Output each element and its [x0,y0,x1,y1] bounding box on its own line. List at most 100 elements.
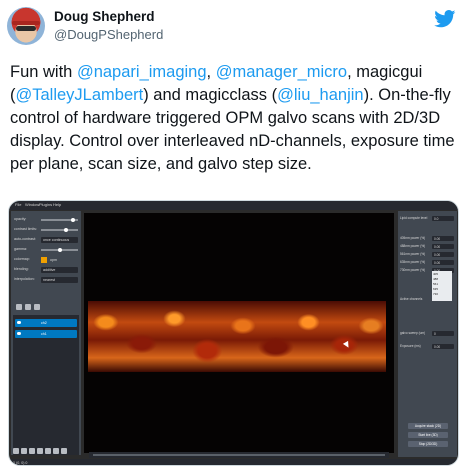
slider-knob[interactable] [70,218,75,222]
exposure-row: Exposure (ms) 0.00 [400,344,455,349]
active-channels-list[interactable]: 405 488 561 635 730 [432,271,452,301]
helmet-rim [12,21,40,25]
mention-link[interactable]: @manager_micro [216,63,347,81]
image-canvas[interactable] [84,213,394,453]
opm-control-row: 488nm power (%) 0.00 [400,244,455,249]
control-label: gamma: [14,247,27,251]
dimension-slider[interactable] [89,452,389,458]
layer-control-row: interpolation: nearest [14,277,78,283]
layer-tool-icon[interactable] [16,304,22,310]
layer-control-row: auto-contrast: once continuous [14,237,78,243]
viewer-button-icon[interactable] [45,448,51,454]
avatar[interactable] [7,7,45,45]
glasses [16,26,36,31]
active-channels-label: Active channels [400,297,423,301]
layer-control-row: colormap: opm [14,257,78,263]
status-text: 0 (0, 0) 0 [13,461,28,465]
opm-control-row: 561nm power (%) 0.00 [400,252,455,257]
layer-control-row: blending: additive [14,267,78,273]
opm-control-label: 635nm power (%) [400,260,426,264]
menu-item-help[interactable]: Help [53,202,61,207]
control-label: blending: [14,267,29,271]
layer-name: ch2 [41,321,47,325]
control-value: once continuous [43,238,70,242]
acquisition-button[interactable]: Acquire stack (2D) [408,423,448,429]
control-slider[interactable] [41,228,78,232]
channel-item[interactable]: 561 [433,282,438,286]
control-slider[interactable] [41,248,78,252]
opm-control-label: 488nm power (%) [400,244,426,248]
eye-icon[interactable] [17,332,21,335]
menu-item-file[interactable]: File [15,202,21,207]
mention-link[interactable]: @liu_hanjin [277,86,363,104]
acquisition-button-label: Stop (2D/3D) [418,442,438,446]
layer-name: ch1 [41,332,47,336]
viewer-button-icon[interactable] [29,448,35,454]
menu-item-window[interactable]: Window [25,202,39,207]
layer-tools [14,304,78,312]
opm-control-value: 0.00 [434,245,441,249]
opm-volume-render [88,301,386,372]
opm-control-value: 0.00 [434,261,441,265]
opm-control-value: 0.00 [434,253,441,257]
exposure-label: Exposure (ms) [400,344,421,348]
viewer-buttons [11,448,77,456]
opm-control-row: Lipid compute level 0.0 [400,216,455,221]
opm-control-row: 635nm power (%) 0.00 [400,260,455,265]
opm-control-row: 405nm power (%) 0.00 [400,236,455,241]
control-slider[interactable] [41,218,78,222]
control-label: auto-contrast: [14,237,36,241]
layer-item[interactable]: ch1 [15,330,77,338]
channel-item[interactable]: 730 [433,292,438,296]
slider-knob[interactable] [64,228,69,232]
mention-link[interactable]: @TalleyJLambert [16,86,144,104]
layer-item[interactable]: ch2 [15,319,77,327]
control-label: interpolation: [14,277,35,281]
author-handle[interactable]: @DougPShepherd [54,27,163,42]
tweet-text-segment: Fun with [10,63,77,81]
tweet-card: Doug Shepherd @DougPShepherd Fun with @n… [0,0,466,473]
channel-item[interactable]: 405 [433,272,438,276]
viewer-button-icon[interactable] [53,448,59,454]
twitter-bird-icon[interactable] [434,10,456,28]
control-label: colormap: [14,257,30,261]
channel-item[interactable]: 635 [433,287,438,291]
control-value: nearest [43,278,55,282]
layer-controls-panel: opacity: contrast limits: auto-contrast: on… [11,211,81,455]
galvo-sweep-value: 0 [434,332,436,336]
galvo-sweep-label: galvo sweep (um) [400,331,426,335]
opm-control-label: Lipid compute level [400,216,428,220]
eye-icon[interactable] [17,321,21,324]
viewer-button-icon[interactable] [61,448,67,454]
viewer-button-icon[interactable] [37,448,43,454]
layer-tool-icon[interactable] [25,304,31,310]
opm-control-label: 730nm power (%) [400,268,426,272]
mention-link[interactable]: @napari_imaging [77,63,207,81]
exposure-value: 0.00 [434,345,441,349]
layer-control-row: opacity: [14,217,78,223]
channel-item[interactable]: 488 [433,277,438,281]
layer-control-row: contrast limits: [14,227,78,233]
menu-item-plugins[interactable]: Plugins [39,202,52,207]
acquisition-button[interactable]: Stop (2D/3D) [408,441,448,447]
layer-control-row: gamma: [14,247,78,253]
viewer-button-icon[interactable] [13,448,19,454]
control-label: opacity: [14,217,27,221]
opm-control-panel: Lipid compute level 0.0 405nm power (%) 0.0… [398,211,457,457]
menu-bar: File Window Plugins Help [9,201,458,210]
layer-tool-icon[interactable] [34,304,40,310]
opm-control-label: 561nm power (%) [400,252,426,256]
author-name[interactable]: Doug Shepherd [54,9,155,24]
opm-control-value: 0.00 [434,237,441,241]
colormap-swatch[interactable] [41,257,47,263]
viewer-button-icon[interactable] [21,448,27,454]
tweet-text-segment: ) and magicclass ( [143,86,278,104]
galvo-sweep-row: galvo sweep (um) 0 [400,331,455,336]
acquisition-button-label: Start live (3D) [418,433,438,437]
acquisition-button[interactable]: Start live (3D) [408,432,448,438]
control-value: additive [43,268,56,272]
slider-knob[interactable] [57,248,62,252]
slider-track[interactable] [93,454,385,456]
napari-screenshot[interactable]: File Window Plugins Help opacity: contrast l… [8,200,459,466]
opm-control-label: 405nm power (%) [400,236,426,240]
